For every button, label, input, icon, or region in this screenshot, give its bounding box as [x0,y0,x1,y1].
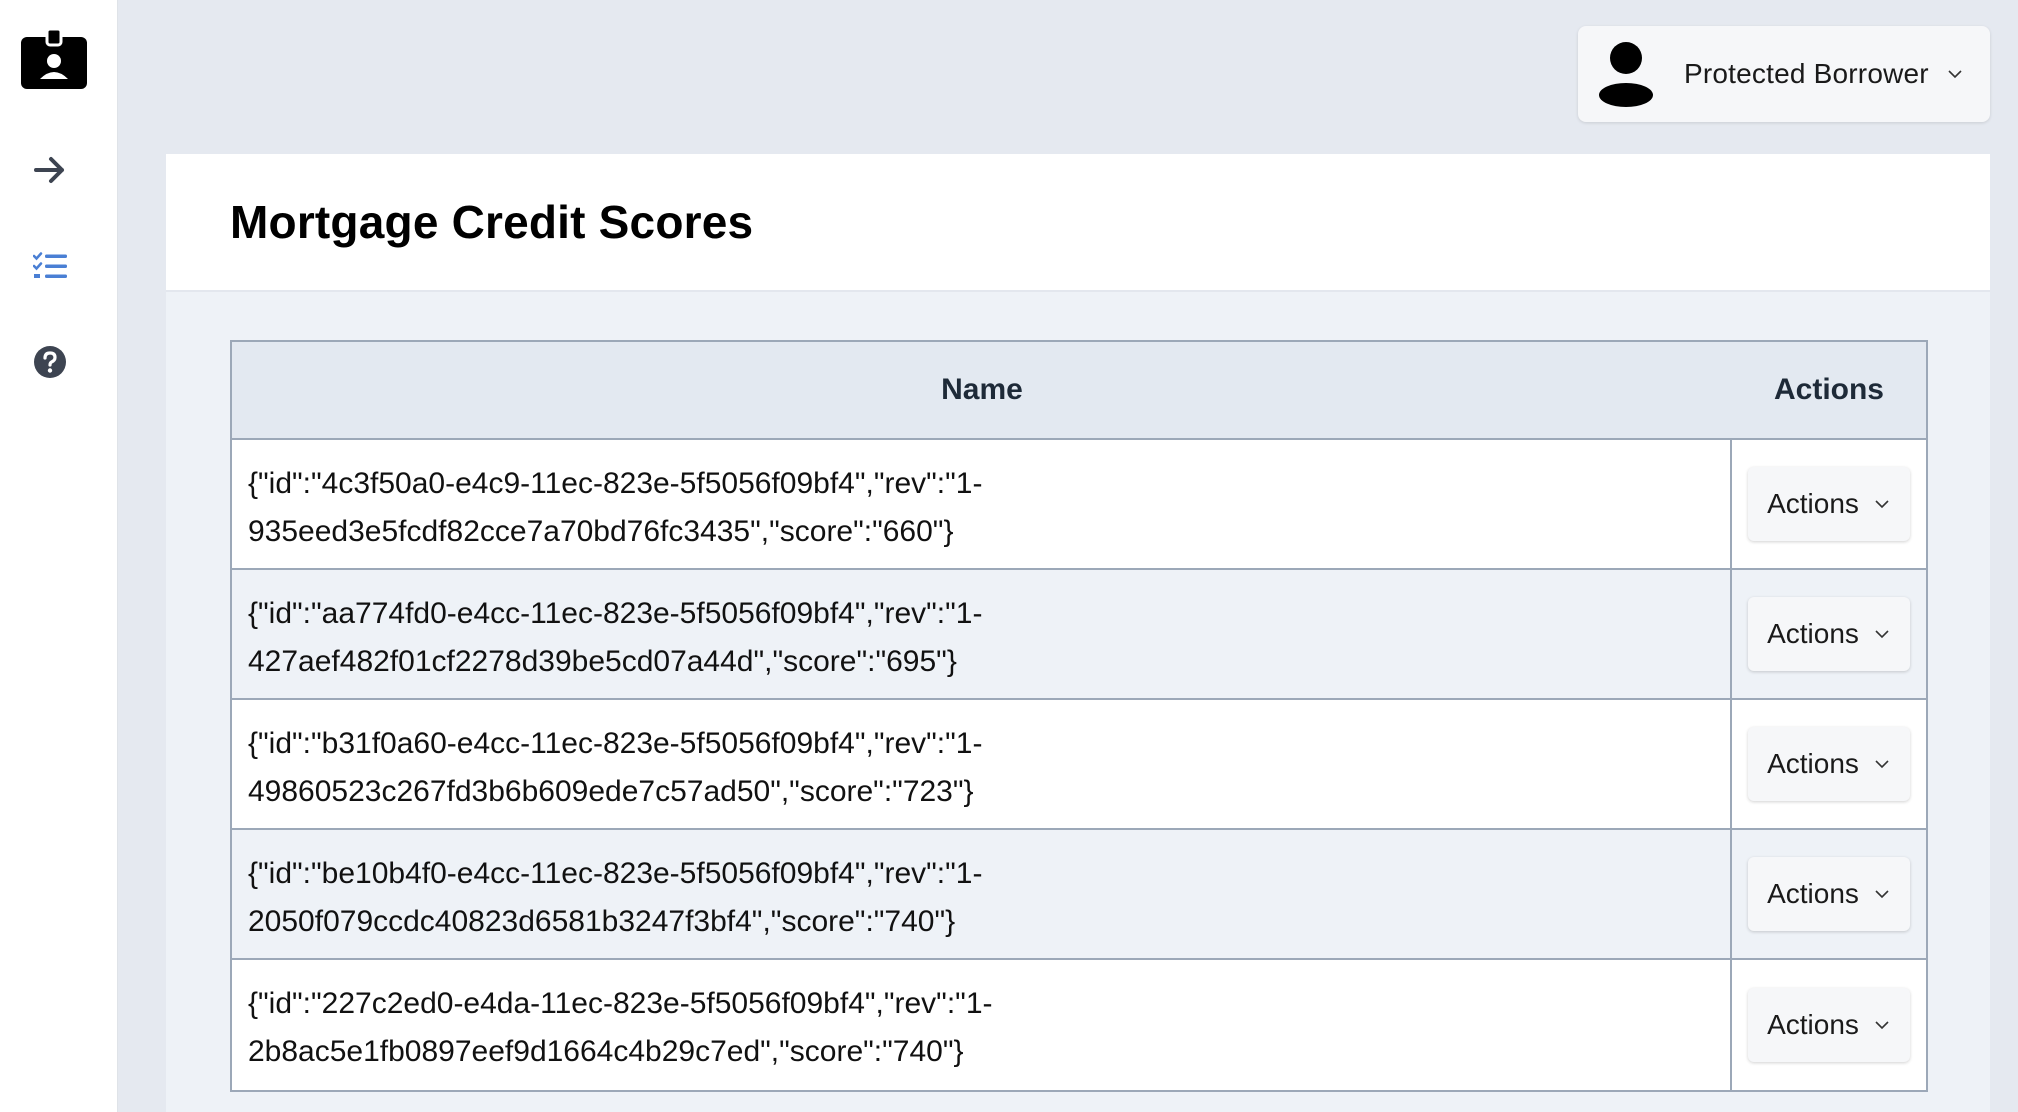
actions-label: Actions [1767,878,1859,909]
user-avatar-icon [1596,38,1656,110]
main-card: Mortgage Credit Scores Name Actions {"id… [166,154,1990,1112]
actions-label: Actions [1767,748,1859,779]
table-row: {"id":"be10b4f0-e4cc-11ec-823e-5f5056f09… [232,830,1926,960]
column-header-name: Name [941,373,1023,406]
chevron-down-icon [1875,886,1891,902]
actions-cell: Actions [1732,960,1926,1090]
user-menu[interactable]: Protected Borrower [1578,26,1990,122]
record-json-line: 2b8ac5e1fb0897eef9d1664c4b29c7ed","score… [248,1035,964,1068]
actions-label: Actions [1767,488,1859,519]
record-json-line: 935eed3e5fcdf82cce7a70bd76fc3435","score… [248,515,954,548]
actions-label: Actions [1767,1009,1859,1040]
record-json-line: 2050f079ccdc40823d6581b3247f3bf4","score… [248,905,956,938]
help-circle-icon[interactable] [0,332,100,392]
page-title: Mortgage Credit Scores [230,196,754,248]
task-list-icon[interactable] [0,236,100,296]
record-json-line: 427aef482f01cf2278d39be5cd07a44d","score… [248,645,957,678]
actions-cell: Actions [1732,830,1926,958]
record-json-cell: {"id":"b31f0a60-e4cc-11ec-823e-5f5056f09… [232,700,1732,828]
table-row: {"id":"4c3f50a0-e4c9-11ec-823e-5f5056f09… [232,440,1926,570]
record-json-line: 49860523c267fd3b6b609ede7c57ad50","score… [248,775,974,808]
chevron-down-icon [1875,1017,1891,1033]
record-json-line: {"id":"b31f0a60-e4cc-11ec-823e-5f5056f09… [248,727,983,760]
chevron-down-icon [1875,626,1891,642]
record-json-cell: {"id":"227c2ed0-e4da-11ec-823e-5f5056f09… [232,960,1732,1090]
actions-dropdown-button[interactable]: Actions [1748,857,1910,931]
sidebar [0,0,118,1112]
table-row: {"id":"227c2ed0-e4da-11ec-823e-5f5056f09… [232,960,1926,1090]
chevron-down-icon [1945,64,1965,84]
actions-cell: Actions [1732,570,1926,698]
chevron-down-icon [1875,496,1891,512]
table-row: {"id":"aa774fd0-e4cc-11ec-823e-5f5056f09… [232,570,1926,700]
table-header: Name Actions [232,342,1926,440]
card-header: Mortgage Credit Scores [166,154,1990,292]
actions-dropdown-button[interactable]: Actions [1748,597,1910,671]
actions-label: Actions [1767,618,1859,649]
record-json-cell: {"id":"be10b4f0-e4cc-11ec-823e-5f5056f09… [232,830,1732,958]
credit-scores-table: Name Actions {"id":"4c3f50a0-e4c9-11ec-8… [230,340,1928,1092]
chevron-down-icon [1875,756,1891,772]
record-json-line: {"id":"aa774fd0-e4cc-11ec-823e-5f5056f09… [248,597,983,630]
actions-dropdown-button[interactable]: Actions [1748,988,1910,1062]
record-json-cell: {"id":"4c3f50a0-e4c9-11ec-823e-5f5056f09… [232,440,1732,568]
record-json-line: {"id":"4c3f50a0-e4c9-11ec-823e-5f5056f09… [248,467,983,500]
actions-cell: Actions [1732,700,1926,828]
record-json-cell: {"id":"aa774fd0-e4cc-11ec-823e-5f5056f09… [232,570,1732,698]
user-name: Protected Borrower [1684,58,1929,89]
column-header-actions: Actions [1773,373,1884,406]
id-badge-icon[interactable] [0,24,108,94]
arrow-right-icon[interactable] [0,140,100,200]
record-json-line: {"id":"be10b4f0-e4cc-11ec-823e-5f5056f09… [248,857,983,890]
actions-cell: Actions [1732,440,1926,568]
record-json-line: {"id":"227c2ed0-e4da-11ec-823e-5f5056f09… [248,987,993,1020]
actions-dropdown-button[interactable]: Actions [1748,727,1910,801]
table-row: {"id":"b31f0a60-e4cc-11ec-823e-5f5056f09… [232,700,1926,830]
actions-dropdown-button[interactable]: Actions [1748,467,1910,541]
